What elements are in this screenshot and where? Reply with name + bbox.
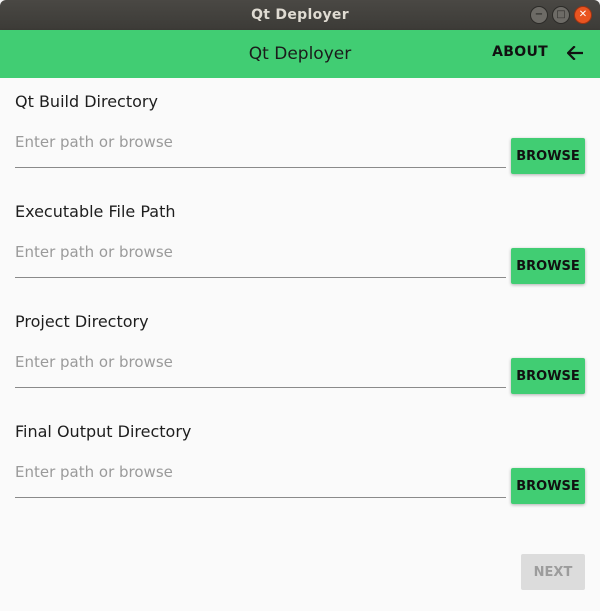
field-label: Final Output Directory (15, 422, 192, 441)
arrow-left-icon-svg (567, 46, 583, 60)
field-label: Executable File Path (15, 202, 176, 221)
project-directory-input[interactable] (15, 344, 506, 388)
about-button[interactable]: ABOUT (492, 44, 548, 60)
browse-button[interactable]: BROWSE (511, 468, 585, 504)
arrow-left-icon[interactable] (566, 42, 584, 64)
toolbar-title: Qt Deployer (248, 44, 352, 64)
qt-build-directory-field: Qt Build Directory BROWSE (15, 92, 585, 202)
final-output-directory-field: Final Output Directory BROWSE (15, 422, 585, 532)
window-titlebar: Qt Deployer − □ ✕ (0, 0, 600, 30)
browse-button[interactable]: BROWSE (511, 358, 585, 394)
window-title: Qt Deployer (251, 7, 349, 23)
executable-file-path-input[interactable] (15, 234, 506, 278)
executable-file-path-field: Executable File Path BROWSE (15, 202, 585, 312)
close-button[interactable]: ✕ (574, 6, 592, 24)
final-output-directory-input[interactable] (15, 454, 506, 498)
project-directory-field: Project Directory BROWSE (15, 312, 585, 422)
qt-build-directory-input[interactable] (15, 124, 506, 168)
app-toolbar: Qt Deployer ABOUT (0, 30, 600, 78)
field-label: Qt Build Directory (15, 92, 158, 111)
browse-button[interactable]: BROWSE (511, 248, 585, 284)
minimize-button[interactable]: − (530, 6, 548, 24)
main-content: Qt Build Directory BROWSE Executable Fil… (0, 78, 600, 611)
field-label: Project Directory (15, 312, 149, 331)
maximize-button[interactable]: □ (552, 6, 570, 24)
next-button[interactable]: NEXT (521, 554, 585, 590)
browse-button[interactable]: BROWSE (511, 138, 585, 174)
window-controls: − □ ✕ (530, 6, 592, 24)
